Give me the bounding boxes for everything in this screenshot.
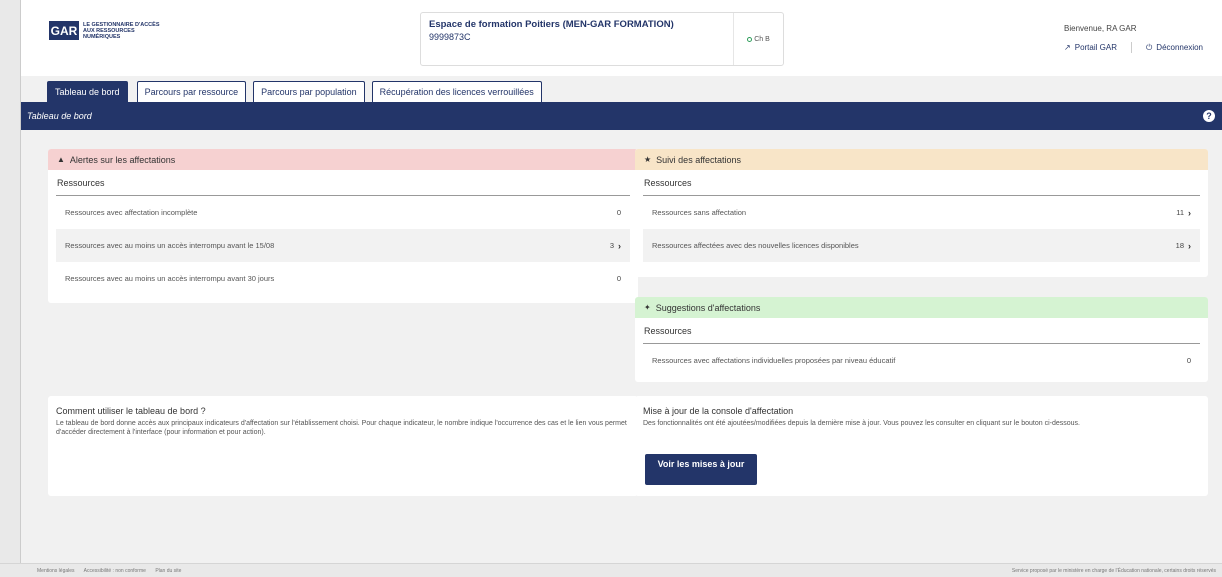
list-item: Ressources avec au moins un accès interr…: [56, 262, 630, 295]
list-item: Ressources avec affectation incomplète 0: [56, 196, 630, 229]
divider: [1130, 42, 1132, 53]
status-label: Ch B: [754, 35, 770, 43]
row-label: Ressources sans affectation: [652, 208, 747, 217]
suggestions-panel: ✦ Suggestions d'affectations Ressources …: [635, 297, 1208, 382]
tab-parcours-ressource[interactable]: Parcours par ressource: [136, 81, 247, 102]
alertes-subtitle: Ressources: [56, 170, 630, 196]
gar-logo[interactable]: GAR LE GESTIONNAIRE D'ACCÈS AUX RESSOURC…: [49, 21, 163, 40]
voir-mises-a-jour-button[interactable]: Voir les mises à jour: [645, 454, 757, 485]
footer-links: Mentions légales Accessibilité : non con…: [37, 568, 189, 574]
row-count-link[interactable]: 11 ›: [1176, 208, 1191, 218]
row-label: Ressources affectées avec des nouvelles …: [652, 241, 859, 250]
establishment-code: 9999873C: [429, 32, 471, 42]
suggestions-title: Suggestions d'affectations: [655, 302, 761, 313]
alertes-header: ▲ Alertes sur les affectations: [48, 149, 638, 170]
howto-text: Le tableau de bord donne accès aux princ…: [56, 420, 627, 436]
row-count: 0: [1186, 356, 1191, 365]
footer: Mentions légales Accessibilité : non con…: [0, 563, 1222, 577]
tab-tableau-de-bord[interactable]: Tableau de bord: [47, 81, 128, 102]
mentions-legales-link[interactable]: Mentions légales: [37, 568, 75, 574]
user-area: Bienvenue, RA GAR ↗ Portail GAR ⏻ Déconn…: [1064, 24, 1203, 53]
external-link-icon: ↗: [1064, 43, 1071, 52]
suggestions-subtitle: Ressources: [643, 318, 1200, 344]
warning-icon: ▲: [57, 155, 65, 164]
page: GAR LE GESTIONNAIRE D'ACCÈS AUX RESSOURC…: [20, 0, 1222, 563]
alertes-title: Alertes sur les affectations: [69, 154, 176, 165]
row-label: Ressources avec au moins un accès interr…: [65, 274, 275, 283]
row-count: 3: [609, 241, 614, 250]
power-icon: ⏻: [1145, 42, 1153, 52]
row-count: 0: [616, 274, 621, 283]
establishment-name: Espace de formation Poitiers (MEN-GAR FO…: [429, 19, 674, 30]
suivi-header: ★ Suivi des affectations: [635, 149, 1208, 170]
maj-text: Des fonctionnalités ont été ajoutées/mod…: [643, 420, 1080, 427]
row-count-link[interactable]: 18 ›: [1176, 241, 1191, 251]
list-item[interactable]: Ressources avec au moins un accès interr…: [56, 229, 630, 262]
chevron-right-icon: ›: [1188, 240, 1191, 251]
row-count: 11: [1176, 208, 1184, 217]
row-label: Ressources avec affectations individuell…: [652, 356, 896, 365]
logout-link[interactable]: ⏻ Déconnexion: [1146, 42, 1203, 53]
logo-text: LE GESTIONNAIRE D'ACCÈS AUX RESSOURCES N…: [83, 21, 160, 40]
howto-panel: Comment utiliser le tableau de bord ? Le…: [48, 396, 638, 496]
list-item: Ressources avec affectations individuell…: [643, 344, 1200, 377]
establishment-status: Ch B: [734, 13, 783, 65]
tab-recuperation-licences[interactable]: Récupération des licences verrouillées: [371, 81, 542, 102]
accessibilite-link[interactable]: Accessibilité : non conforme: [84, 568, 146, 574]
row-count-link[interactable]: 3 ›: [610, 241, 621, 251]
tab-bar: Tableau de bord Parcours par ressource P…: [47, 81, 549, 102]
welcome-text: Bienvenue, RA GAR: [1064, 24, 1137, 33]
plan-du-site-link[interactable]: Plan du site: [155, 568, 181, 574]
row-count: 18: [1175, 241, 1184, 250]
logo-abbr: GAR: [49, 21, 79, 40]
suivi-panel: ★ Suivi des affectations Ressources Ress…: [635, 149, 1208, 277]
status-dot-icon: [747, 36, 753, 42]
list-item[interactable]: Ressources affectées avec des nouvelles …: [643, 229, 1200, 262]
portail-link-label: Portail GAR: [1074, 43, 1117, 52]
list-item[interactable]: Ressources sans affectation 11 ›: [643, 196, 1200, 229]
tab-parcours-population[interactable]: Parcours par population: [253, 81, 365, 102]
lightbulb-icon: ✦: [644, 303, 651, 312]
maj-title: Mise à jour de la console d'affectation: [643, 406, 794, 416]
logout-link-label: Déconnexion: [1156, 43, 1203, 52]
maj-panel: Mise à jour de la console d'affectation …: [635, 396, 1208, 496]
page-title: Tableau de bord: [27, 111, 92, 121]
row-label: Ressources avec affectation incomplète: [65, 208, 198, 217]
chevron-right-icon: ›: [1188, 207, 1191, 218]
suggestions-header: ✦ Suggestions d'affectations: [635, 297, 1208, 318]
establishment-info: Espace de formation Poitiers (MEN-GAR FO…: [421, 13, 734, 65]
chevron-right-icon: ›: [618, 240, 621, 251]
suivi-title: Suivi des affectations: [656, 154, 742, 165]
header: GAR LE GESTIONNAIRE D'ACCÈS AUX RESSOURC…: [21, 0, 1222, 76]
row-count: 0: [616, 208, 621, 217]
portail-link[interactable]: ↗ Portail GAR: [1064, 42, 1117, 53]
establishment-selector[interactable]: Espace de formation Poitiers (MEN-GAR FO…: [420, 12, 784, 66]
star-icon: ★: [644, 155, 652, 164]
row-label: Ressources avec au moins un accès interr…: [65, 241, 275, 250]
suivi-subtitle: Ressources: [643, 170, 1200, 196]
footer-service-text: Service proposé par le ministère en char…: [1011, 567, 1216, 574]
help-icon[interactable]: ?: [1203, 110, 1215, 122]
page-title-bar: Tableau de bord ?: [21, 102, 1222, 130]
alertes-panel: ▲ Alertes sur les affectations Ressource…: [48, 149, 638, 303]
user-links: ↗ Portail GAR ⏻ Déconnexion: [1064, 42, 1203, 53]
howto-title: Comment utiliser le tableau de bord ?: [56, 406, 206, 416]
